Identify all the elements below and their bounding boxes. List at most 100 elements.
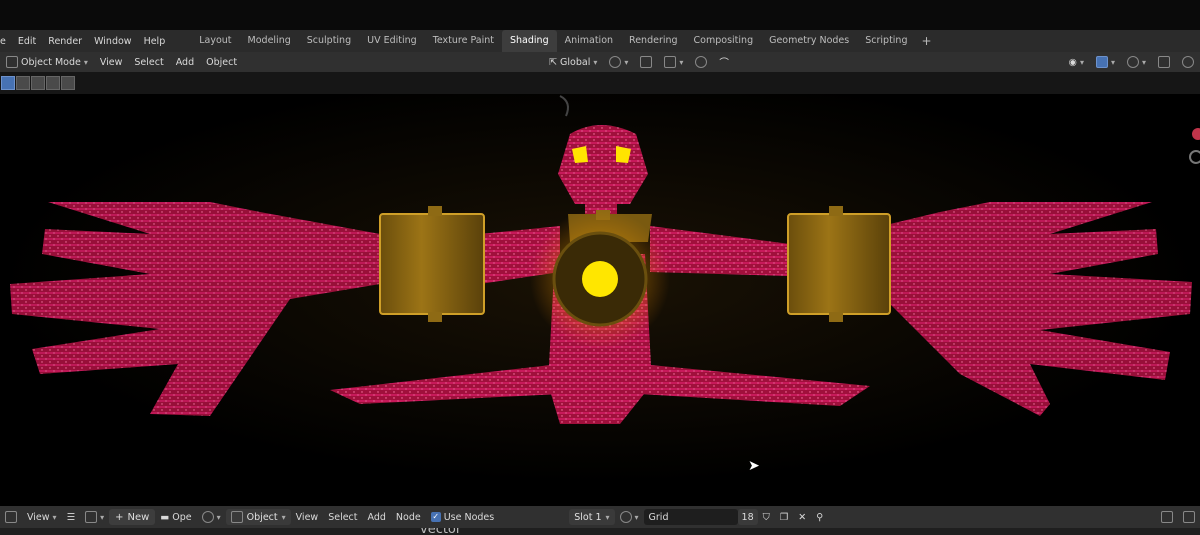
menu-edit[interactable]: Edit [12,36,42,47]
falloff-curve-icon: ⌒ [719,58,729,69]
add-workspace-button[interactable]: + [915,34,937,48]
folder-icon: ▬ [160,511,170,523]
view-menu-label: View [27,511,50,523]
material-slot-dropdown[interactable]: Slot 1 ▾ [569,509,615,525]
use-nodes-checkbox[interactable]: ✓ Use Nodes [426,512,500,523]
visibility-dropdown[interactable]: ◉ ▾ [1063,57,1090,68]
tab-rendering[interactable]: Rendering [621,30,686,52]
viewport-render [0,94,1200,504]
sidebar-toggle-button[interactable] [1178,511,1200,523]
user-count-badge[interactable]: 18 [737,509,758,525]
orientation-icon: ⇱ [549,56,558,68]
snap-target-dropdown[interactable]: ▾ [658,56,689,68]
chevron-down-icon: ▾ [605,512,610,522]
tab-animation[interactable]: Animation [557,30,621,52]
tab-geometry-nodes[interactable]: Geometry Nodes [761,30,857,52]
shader-type-dropdown[interactable]: ▾ [197,511,226,523]
shading-solid-button[interactable] [1176,56,1200,68]
falloff-icon-button[interactable]: ⌒ [713,55,735,69]
right-brass-drum [787,206,891,322]
select-box-extend-button[interactable] [16,76,30,90]
tab-scripting[interactable]: Scripting [857,30,915,52]
window-top-band [0,0,1200,30]
xray-toggle[interactable] [1152,56,1176,68]
pin-button[interactable]: ⚲ [811,512,828,523]
proportional-edit-toggle[interactable] [689,56,713,68]
close-icon: ✕ [798,511,807,523]
duplicate-material-button[interactable]: ❐ [775,512,794,523]
tab-uv-editing[interactable]: UV Editing [359,30,425,52]
tab-layout[interactable]: Layout [191,30,239,52]
node-editor-add-menu[interactable]: Add [363,512,391,523]
node-editor-view-menu[interactable]: View [291,512,324,523]
menu-help[interactable]: Help [138,36,172,47]
new-button-label: New [127,511,150,523]
viewport-object-menu[interactable]: Object [200,57,243,68]
shield-icon: ⛉ [762,511,770,523]
chevron-down-icon: ▾ [624,57,629,67]
select-box-intersect-button[interactable] [61,76,75,90]
pivot-point-dropdown[interactable]: ▾ [603,56,634,68]
new-image-button[interactable]: + New [109,509,156,525]
checkmark-icon: ✓ [430,512,441,522]
menu-window[interactable]: Window [88,36,137,47]
tab-sculpting[interactable]: Sculpting [299,30,359,52]
viewport-add-menu[interactable]: Add [170,57,200,68]
overlay-toggle[interactable]: ▾ [1121,56,1152,68]
material-sphere-icon [619,511,632,523]
hamburger-menu-button[interactable]: ☰ [62,512,81,523]
gizmo-icon [1095,56,1108,68]
tab-compositing[interactable]: Compositing [686,30,762,52]
vector-node-label: vector [420,528,461,535]
arrow-up-icon [1161,511,1173,523]
menu-file[interactable]: e [0,36,12,47]
node-editor-select-menu[interactable]: Select [323,512,362,523]
orientation-label: Global [560,56,591,68]
sidebar-icon [1183,511,1195,523]
chevron-down-icon: ▾ [1141,57,1146,67]
fake-user-button[interactable]: ⛉ [758,512,775,523]
menu-render[interactable]: Render [42,36,88,47]
select-box-new-button[interactable] [1,76,15,90]
tab-shading[interactable]: Shading [502,30,557,52]
chevron-down-icon: ▾ [83,57,88,67]
tab-modeling[interactable]: Modeling [240,30,299,52]
parent-node-tree-button[interactable] [1156,511,1178,523]
select-box-invert-button[interactable] [46,76,60,90]
snap-increment-icon [664,56,677,68]
unlink-material-button[interactable]: ✕ [793,512,811,523]
editor-type-dropdown[interactable] [0,511,22,523]
object-mode-dropdown[interactable]: Object Mode ▾ [0,56,94,68]
node-view-menu[interactable]: View ▾ [22,512,62,523]
left-brass-drum [379,206,485,322]
node-editor-node-menu[interactable]: Node [391,512,426,523]
gizmo-toggle[interactable]: ▾ [1090,56,1121,68]
material-browse-dropdown[interactable]: ▾ [615,511,644,523]
duplicate-icon: ❐ [779,511,789,523]
select-box-subtract-button[interactable] [31,76,45,90]
open-image-button[interactable]: ▬ Ope [155,512,196,523]
3d-viewport[interactable]: ➤ [0,94,1200,504]
magnet-icon [640,56,653,68]
node-editor-canvas-top[interactable]: vector [0,528,1200,535]
orb-core [582,261,618,297]
viewport-select-menu[interactable]: Select [128,57,169,68]
hamburger-icon: ☰ [66,511,76,523]
snap-toggle[interactable] [634,56,658,68]
image-browse-dropdown[interactable]: ▾ [80,511,109,523]
material-name-field[interactable]: Grid [643,509,738,525]
object-type-dropdown[interactable]: Object ▾ [225,509,291,525]
object-type-label: Object [246,511,278,523]
tab-texture-paint[interactable]: Texture Paint [425,30,502,52]
transform-orientation-dropdown[interactable]: ⇱ Global ▾ [543,57,603,68]
slot-label: Slot 1 [574,511,602,523]
pin-icon: ⚲ [816,511,824,523]
creature-head [558,125,648,204]
viewport-view-menu[interactable]: View [94,57,129,68]
pivot-icon [609,56,622,68]
chevron-down-icon: ▾ [634,512,639,522]
chevron-down-icon: ▾ [52,512,57,522]
object-mode-label: Object Mode [21,56,81,68]
proportional-edit-icon [695,56,708,68]
xray-icon [1158,56,1170,68]
